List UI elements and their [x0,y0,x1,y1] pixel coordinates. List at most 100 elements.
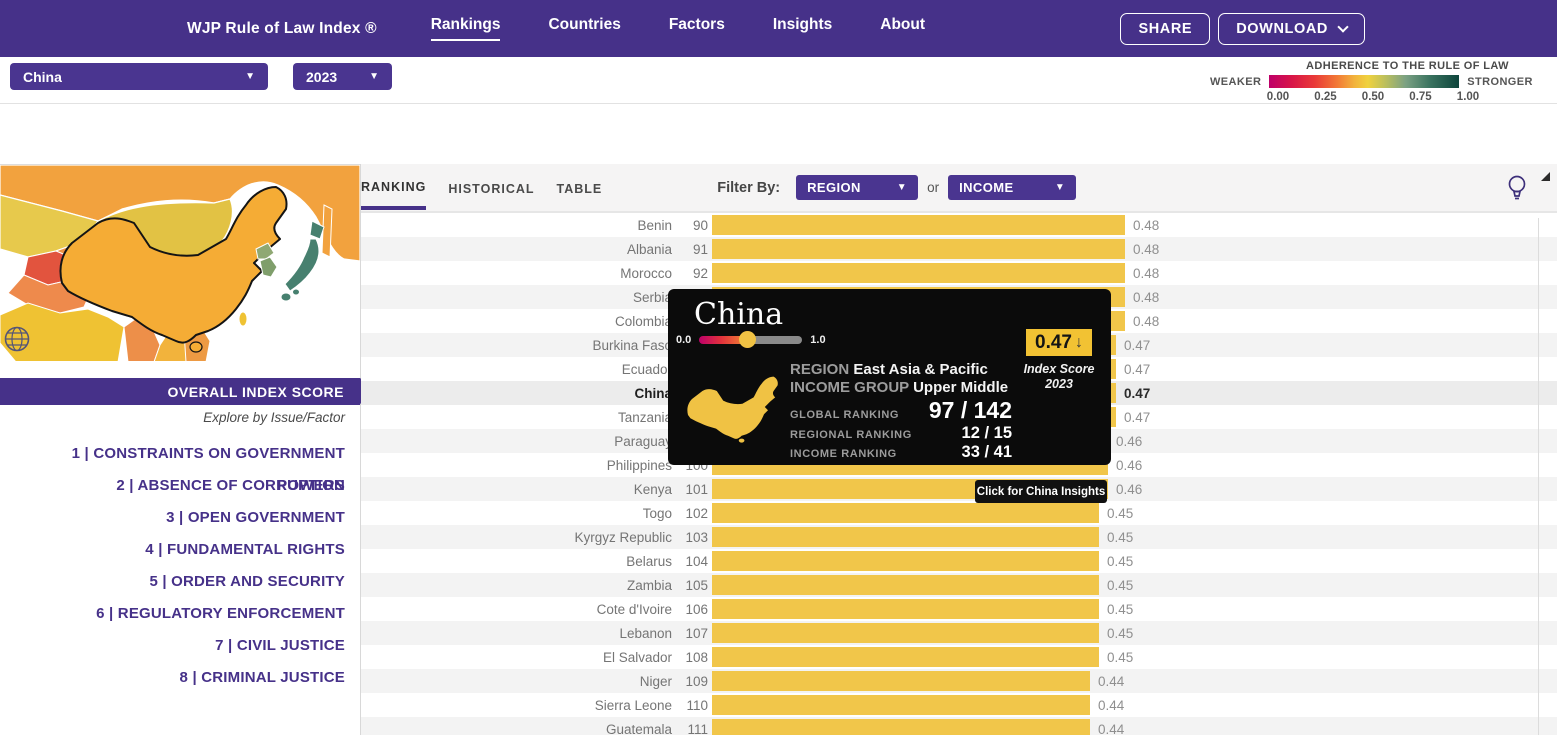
or-label: or [927,180,939,195]
country-name: Albania [361,242,672,257]
country-rank: 92 [672,266,708,281]
score-value: 0.45 [1107,530,1133,545]
scrollbar-track[interactable] [1538,218,1539,735]
nav-link-factors[interactable]: Factors [669,16,725,41]
ranking-row[interactable]: Albania 91 0.48 [361,237,1557,261]
factor-item-7[interactable]: 7 | CIVIL JUSTICE [0,630,345,662]
nav-link-rankings[interactable]: Rankings [431,16,501,41]
country-rank: 109 [672,674,708,689]
score-bar[interactable] [712,215,1125,235]
country-name: Guatemala [361,722,672,735]
score-value: 0.44 [1098,722,1124,735]
ranking-row[interactable]: Morocco 92 0.48 [361,261,1557,285]
tooltip-score-slider: 0.0 1.0 [676,334,826,346]
ranking-row[interactable]: El Salvador 108 0.45 [361,645,1557,669]
region-value: East Asia & Pacific [853,361,988,378]
regional-ranking-value: 12 / 15 [962,424,1012,443]
score-bar[interactable] [712,695,1090,715]
country-dropdown[interactable]: China ▼ [10,63,268,90]
explore-by-factor-label: Explore by Issue/Factor [0,410,345,425]
panel-corner-arrow[interactable] [1541,172,1550,181]
score-bar[interactable] [712,263,1125,283]
score-bar[interactable] [712,551,1099,571]
global-ranking-value: 97 / 142 [929,397,1012,424]
score-value: 0.45 [1107,602,1133,617]
score-bar[interactable] [712,623,1099,643]
ranking-row[interactable]: Lebanon 107 0.45 [361,621,1557,645]
ranking-row[interactable]: Niger 109 0.44 [361,669,1557,693]
slider-handle [739,331,756,348]
country-name: Lebanon [361,626,672,641]
country-name: Philippines [361,458,672,473]
share-button-label: SHARE [1138,21,1192,37]
east-asia-map [0,165,360,361]
filter-bar: China ▼ 2023 ▼ ADHERENCE TO THE RULE OF … [0,57,1557,104]
score-bar[interactable] [712,599,1099,619]
score-value: 0.44 [1098,698,1124,713]
region-filter-dropdown[interactable]: REGION ▼ [796,175,918,200]
score-value: 0.48 [1133,266,1159,281]
score-bar[interactable] [712,647,1099,667]
download-button-label: DOWNLOAD [1236,21,1328,37]
factor-item-1[interactable]: 1 | CONSTRAINTS ON GOVERNMENT POWERS [0,438,345,470]
factor-item-3[interactable]: 3 | OPEN GOVERNMENT [0,502,345,534]
globe-projection-icon[interactable] [3,325,31,353]
nav-link-insights[interactable]: Insights [773,16,832,41]
year-dropdown[interactable]: 2023 ▼ [293,63,392,90]
tooltip-country-title: China [694,297,783,332]
click-for-insights-tooltip[interactable]: Click for China Insights [975,480,1107,503]
score-bar[interactable] [712,671,1090,691]
country-name: Togo [361,506,672,521]
share-button[interactable]: SHARE [1120,13,1210,45]
region-map[interactable] [0,164,360,361]
score-value: 0.47 [1124,386,1150,401]
download-button[interactable]: DOWNLOAD [1218,13,1365,45]
ranking-row[interactable]: Guatemala 111 0.44 [361,717,1557,735]
tooltip-info-block: REGION East Asia & Pacific INCOME GROUP … [790,361,1012,462]
legend-tick-label: 0.00 [1258,91,1298,103]
tab-table[interactable]: TABLE [557,168,603,208]
dropdown-caret-icon: ▼ [369,71,379,82]
map-country-south-korea[interactable] [260,257,277,277]
country-name: Tanzania [361,410,672,425]
country-name: Belarus [361,554,672,569]
score-bar[interactable] [712,719,1090,735]
factor-item-2[interactable]: 2 | ABSENCE OF CORRUPTION [0,470,345,502]
nav-link-countries[interactable]: Countries [548,16,620,41]
map-island-taiwan[interactable] [239,312,247,326]
factor-item-8[interactable]: 8 | CRIMINAL JUSTICE [0,662,345,694]
ranking-row[interactable]: Sierra Leone 110 0.44 [361,693,1557,717]
legend-title: ADHERENCE TO THE RULE OF LAW [1210,60,1545,72]
overall-index-score-banner[interactable]: OVERALL INDEX SCORE [0,378,360,405]
country-name: Ecuador [361,362,672,377]
ranking-row[interactable]: Benin 90 0.48 [361,213,1557,237]
score-value: 0.45 [1107,650,1133,665]
country-name: Benin [361,218,672,233]
score-value: 0.48 [1133,290,1159,305]
factor-item-4[interactable]: 4 | FUNDAMENTAL RIGHTS [0,534,345,566]
factor-item-6[interactable]: 6 | REGULATORY ENFORCEMENT [0,598,345,630]
region-label: REGION [790,361,849,378]
score-bar[interactable] [712,527,1099,547]
ranking-row[interactable]: Kyrgyz Republic 103 0.45 [361,525,1557,549]
insights-lightbulb-icon[interactable] [1506,173,1528,203]
factor-item-5[interactable]: 5 | ORDER AND SECURITY [0,566,345,598]
tab-ranking[interactable]: RANKING [361,166,426,210]
score-bar[interactable] [712,239,1125,259]
ranking-row[interactable]: Zambia 105 0.45 [361,573,1557,597]
income-filter-dropdown[interactable]: INCOME ▼ [948,175,1076,200]
country-name: Colombia [361,314,672,329]
ranking-row[interactable]: Kenya 101 0.46 [361,477,1557,501]
score-value: 0.48 [1133,242,1159,257]
tab-historical[interactable]: HISTORICAL [448,168,534,208]
map-island [281,293,291,301]
country-name: Serbia [361,290,672,305]
country-rank: 110 [672,698,708,713]
ranking-row[interactable]: Cote d'Ivoire 106 0.45 [361,597,1557,621]
score-bar[interactable] [712,575,1099,595]
nav-link-about[interactable]: About [880,16,925,41]
score-bar[interactable] [712,503,1099,523]
ranking-row[interactable]: Togo 102 0.45 [361,501,1557,525]
map-country-japan[interactable] [285,239,319,291]
ranking-row[interactable]: Belarus 104 0.45 [361,549,1557,573]
